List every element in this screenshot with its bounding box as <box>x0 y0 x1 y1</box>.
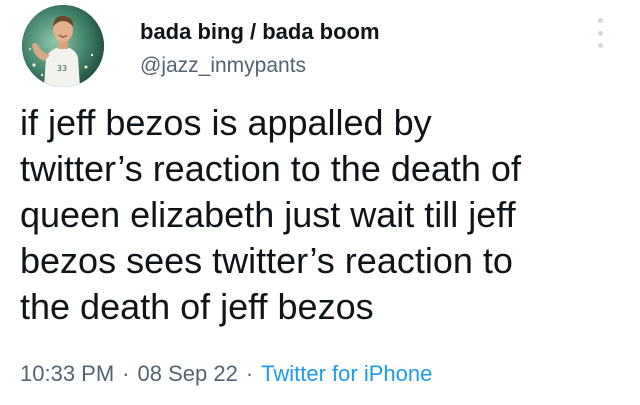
more-options-dot <box>597 18 603 23</box>
meta-separator: · <box>122 361 130 386</box>
meta-separator: · <box>245 361 254 386</box>
avatar[interactable]: 33 <box>22 5 104 87</box>
display-name[interactable]: bada bing / bada boom <box>140 19 380 45</box>
tweet-text: if jeff bezos is appalled by twitter’s r… <box>20 102 521 327</box>
tweet-date[interactable]: 08 Sep 22 <box>138 361 238 386</box>
tweet-time[interactable]: 10:33 PM <box>20 361 114 386</box>
tweet-source-link[interactable]: Twitter for iPhone <box>261 361 432 386</box>
more-options-dot <box>597 30 603 36</box>
avatar-image: 33 <box>22 5 104 87</box>
more-options-icon[interactable] <box>594 18 606 48</box>
more-options-dot <box>597 43 603 48</box>
tweet-card: 33 bada bing / bada boom @jazz_inmypants… <box>0 0 640 405</box>
user-handle[interactable]: @jazz_inmypants <box>140 54 306 78</box>
svg-text:33: 33 <box>57 64 67 73</box>
tweet-metadata: 10:33 PM · 08 Sep 22 · Twitter for iPhone <box>20 361 432 387</box>
